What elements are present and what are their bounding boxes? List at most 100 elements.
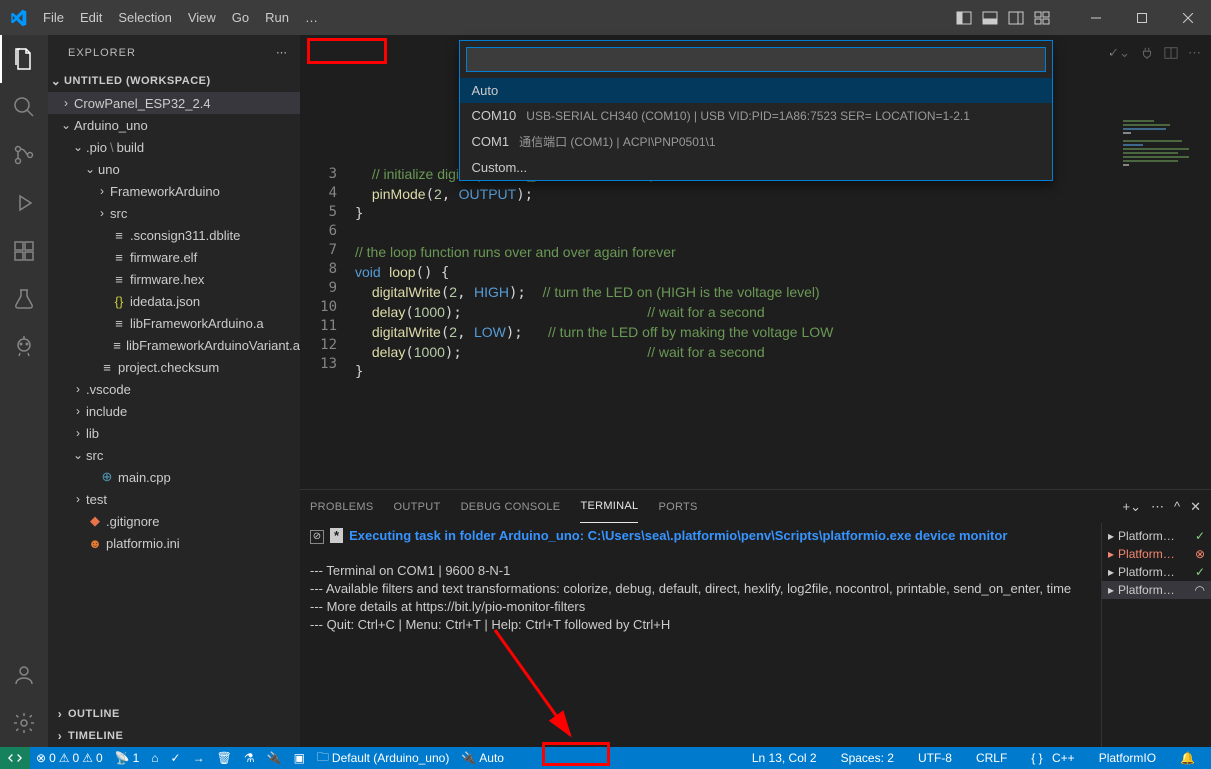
activity-account[interactable] [0, 651, 48, 699]
activity-scm[interactable] [0, 131, 48, 179]
file-platformio-ini[interactable]: ☻platformio.ini [48, 532, 300, 554]
menu-view[interactable]: View [180, 0, 224, 35]
file-main-cpp[interactable]: ⊕main.cpp [48, 466, 300, 488]
folder-build-src[interactable]: ›src [48, 202, 300, 224]
pio-terminal[interactable]: ▣ [288, 747, 311, 769]
pio-env[interactable]: 🗀Default (Arduino_uno) [311, 747, 455, 769]
folder-pio[interactable]: ⌄.pio\build [48, 136, 300, 158]
tab-debug-console[interactable]: DEBUG CONSOLE [461, 490, 561, 523]
menu-selection[interactable]: Selection [110, 0, 179, 35]
folder-include[interactable]: ›include [48, 400, 300, 422]
menu-file[interactable]: File [35, 0, 72, 35]
layout-panel-right-icon[interactable] [1005, 7, 1027, 29]
file-icon: ≡ [98, 360, 116, 375]
terminal-item[interactable]: ▸Platform…◠ [1102, 581, 1211, 599]
tab-output[interactable]: OUTPUT [394, 490, 441, 523]
status-encoding[interactable]: UTF-8 [912, 747, 958, 769]
status-platformio[interactable]: PlatformIO [1093, 747, 1162, 769]
terminal-item[interactable]: ▸Platform…✓ [1102, 527, 1211, 545]
activity-extensions[interactable] [0, 227, 48, 275]
task-icon: ▸ [1108, 547, 1114, 561]
maximize-panel-icon[interactable]: ^ [1174, 499, 1180, 514]
pio-build[interactable]: ✓ [165, 747, 187, 769]
kill-task-icon[interactable]: ⊘ [310, 530, 324, 544]
terminal-item[interactable]: ▸Platform…✓ [1102, 563, 1211, 581]
tab-terminal[interactable]: TERMINAL [580, 490, 638, 523]
terminal-content[interactable]: ⊘*Executing task in folder Arduino_uno: … [300, 523, 1101, 747]
activity-test[interactable] [0, 275, 48, 323]
terminal-item[interactable]: ▸Platform…⊗ [1102, 545, 1211, 563]
menu-more[interactable]: … [297, 0, 326, 35]
close-button[interactable] [1165, 0, 1211, 35]
file-gitignore[interactable]: ◆.gitignore [48, 510, 300, 532]
task-icon: ▸ [1108, 565, 1114, 579]
close-panel-icon[interactable]: ✕ [1190, 499, 1201, 515]
pio-test[interactable]: ⚗ [238, 747, 261, 769]
json-icon: {} [110, 294, 128, 309]
antenna-icon: 📡 [115, 751, 130, 765]
terminal-more-icon[interactable]: ⋯ [1151, 499, 1164, 515]
folder-src[interactable]: ⌄src [48, 444, 300, 466]
cpp-icon: ⊕ [98, 469, 116, 485]
file-sconsign[interactable]: ≡.sconsign311.dblite [48, 224, 300, 246]
status-ports[interactable]: 📡1 [109, 747, 146, 769]
sidebar-more-icon[interactable]: ⋯ [276, 46, 288, 59]
maximize-button[interactable] [1119, 0, 1165, 35]
file-libfwv[interactable]: ≡libFrameworkArduinoVariant.a [48, 334, 300, 356]
activity-debug[interactable] [0, 179, 48, 227]
folder-arduino-uno[interactable]: ⌄Arduino_uno [48, 114, 300, 136]
timeline-section[interactable]: ›TIMELINE [48, 725, 300, 747]
qi-item-com10[interactable]: COM10USB-SERIAL CH340 (COM10) | USB VID:… [460, 103, 1052, 128]
folder-vscode[interactable]: ›.vscode [48, 378, 300, 400]
pio-monitor[interactable]: 🔌 [261, 747, 288, 769]
status-indent[interactable]: Spaces: 2 [835, 747, 900, 769]
error-icon: ⊗ [36, 751, 46, 765]
panel: PROBLEMS OUTPUT DEBUG CONSOLE TERMINAL P… [300, 489, 1211, 747]
file-firmware-hex[interactable]: ≡firmware.hex [48, 268, 300, 290]
sidebar-title: EXPLORER [68, 47, 136, 59]
tab-ports[interactable]: PORTS [658, 490, 697, 523]
file-libfw[interactable]: ≡libFrameworkArduino.a [48, 312, 300, 334]
menu-go[interactable]: Go [224, 0, 257, 35]
quick-input-field[interactable] [466, 47, 1046, 72]
layout-panel-left-icon[interactable] [953, 7, 975, 29]
task-icon: ▸ [1108, 583, 1114, 597]
outline-section[interactable]: ›OUTLINE [48, 703, 300, 725]
qi-item-auto[interactable]: Auto [460, 78, 1052, 103]
folder-lib[interactable]: ›lib [48, 422, 300, 444]
file-firmware-elf[interactable]: ≡firmware.elf [48, 246, 300, 268]
menu-run[interactable]: Run [257, 0, 297, 35]
minimap[interactable] [1111, 35, 1211, 489]
qi-item-custom[interactable]: Custom... [460, 155, 1052, 180]
status-eol[interactable]: CRLF [970, 747, 1013, 769]
folder-framework[interactable]: ›FrameworkArduino [48, 180, 300, 202]
qi-item-com1[interactable]: COM1通信端口 (COM1) | ACPI\PNP0501\1 [460, 128, 1052, 155]
file-idedata-json[interactable]: {}idedata.json [48, 290, 300, 312]
status-language[interactable]: { } C++ [1025, 747, 1080, 769]
folder-crowpanel[interactable]: ›CrowPanel_ESP32_2.4 [48, 92, 300, 114]
pio-upload[interactable]: → [187, 747, 211, 769]
status-problems[interactable]: ⊗0⚠0⚠0 [30, 747, 109, 769]
layout-customize-icon[interactable] [1031, 7, 1053, 29]
pio-clean[interactable]: 🗑 [211, 747, 238, 769]
activity-platformio[interactable] [0, 323, 48, 371]
home-icon: ⌂ [151, 751, 158, 765]
remote-indicator[interactable] [0, 747, 30, 769]
activity-settings[interactable] [0, 699, 48, 747]
folder-uno[interactable]: ⌄uno [48, 158, 300, 180]
status-notifications[interactable]: 🔔 [1174, 747, 1201, 769]
warning-icon: ⚠ [59, 751, 70, 765]
status-cursor[interactable]: Ln 13, Col 2 [746, 747, 823, 769]
layout-panel-bottom-icon[interactable] [979, 7, 1001, 29]
activity-search[interactable] [0, 83, 48, 131]
minimize-button[interactable] [1073, 0, 1119, 35]
pio-home[interactable]: ⌂ [145, 747, 164, 769]
file-project-checksum[interactable]: ≡project.checksum [48, 356, 300, 378]
workspace-root[interactable]: ⌄UNTITLED (WORKSPACE) [48, 70, 300, 92]
tab-problems[interactable]: PROBLEMS [310, 490, 374, 523]
folder-test[interactable]: ›test [48, 488, 300, 510]
pio-port[interactable]: 🔌Auto [455, 747, 510, 769]
new-terminal-icon[interactable]: +⌄ [1123, 499, 1141, 515]
menu-edit[interactable]: Edit [72, 0, 110, 35]
activity-explorer[interactable] [0, 35, 48, 83]
